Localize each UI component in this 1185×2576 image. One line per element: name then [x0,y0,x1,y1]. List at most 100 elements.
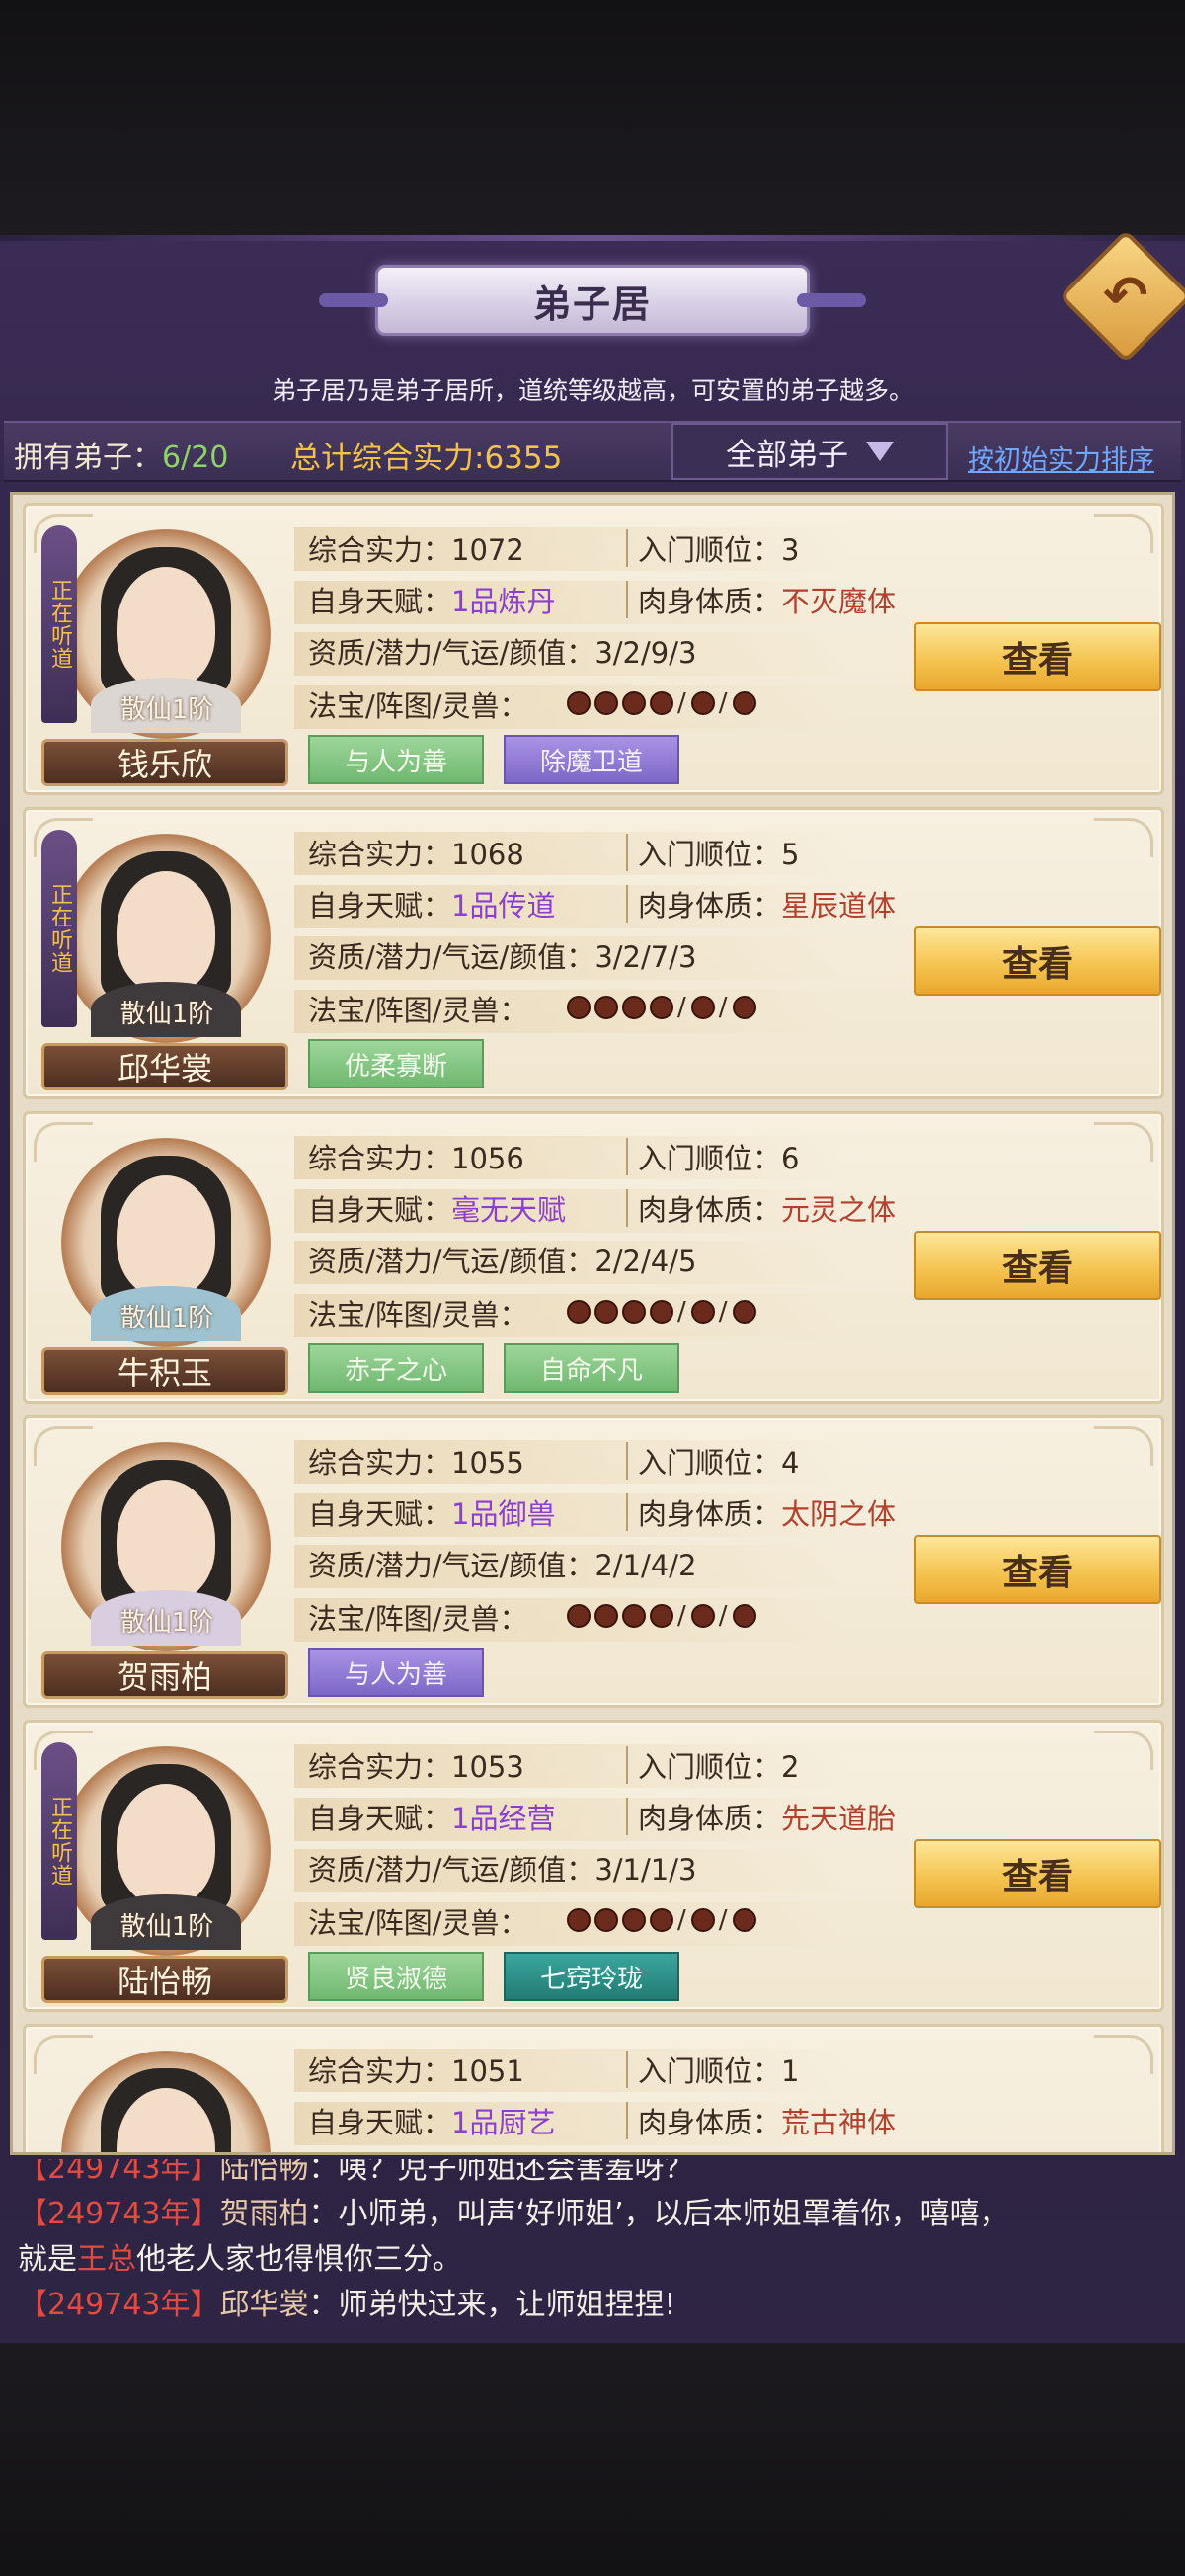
view-button[interactable]: 查看 [914,622,1161,691]
sort-link[interactable]: 按初始实力排序 [968,439,1154,477]
avatar-face [117,1784,215,1906]
owned-value: 6/20 [162,441,229,475]
divider [626,2051,628,2088]
avatar-face [117,1480,215,1602]
slash: / [677,1296,687,1327]
return-arrow-icon: ↶ [1103,265,1148,327]
gear-slots: / / [567,1904,760,1935]
avatar-face [117,567,215,689]
gear-field: 法宝/阵图/灵兽： [308,689,528,723]
trait-tag[interactable]: 优柔寡断 [308,1039,484,1088]
divider [626,885,628,923]
disciple-card[interactable]: 散仙1阶 牛积玉 综合实力：1056 入门顺位：6 自身天赋：毫无天赋 肉身体质：元灵之体… [23,1111,1164,1404]
trait-tag[interactable]: 与人为善 [308,1648,484,1697]
trait-tag[interactable]: 除魔卫道 [504,735,679,784]
dark-red-orb-icon [732,690,756,715]
top-letterbox [0,0,1185,235]
dark-red-orb-icon [650,1299,673,1324]
total-value: 6355 [484,441,563,476]
dark-red-orb-icon [690,1603,715,1628]
gear-field: 法宝/阵图/灵兽： [308,1602,528,1636]
disciple-card[interactable]: 综合实力：1051 入门顺位：1 自身天赋：1品厨艺 肉身体质：荒古神体 [23,2024,1164,2155]
view-label: 查看 [1001,1553,1073,1593]
dark-red-orb-icon [594,1299,618,1324]
page-title: 弟子居 [532,282,652,326]
slash: / [677,992,687,1022]
talent-field: 自身天赋：1品炼丹 [308,585,556,618]
bottom-letterbox [0,2343,1185,2576]
card-ornament [1094,514,1153,553]
dark-red-orb-icon [732,1299,756,1324]
dark-red-orb-icon [567,1603,591,1628]
talent-field: 自身天赋：1品御兽 [308,1497,556,1531]
dark-red-orb-icon [594,690,618,715]
row-bg [294,2153,847,2155]
disciple-card[interactable]: 正在听道 散仙1阶 陆怡畅 综合实力：1053 入门顺位：2 自身天赋：1品经营 肉身体质：… [23,1720,1164,2012]
chat-line: 【249743年】贺雨柏：小师弟，叫声‘好师姐’，以后本师姐罩着你，嘻嘻， [18,2197,1009,2231]
disciple-name-plate: 贺雨柏 [41,1651,288,1699]
disciple-name: 钱乐欣 [117,746,212,783]
view-button[interactable]: 查看 [914,1535,1161,1604]
trait-tag[interactable]: 自命不凡 [504,1343,679,1393]
disciple-name: 牛积玉 [117,1354,212,1392]
gear-slots: / / [567,687,760,718]
slash: / [718,1600,729,1631]
slash: / [677,1904,687,1935]
dark-red-orb-icon [567,1907,591,1932]
dark-red-orb-icon [567,690,591,715]
divider [626,2102,628,2139]
physique-field: 肉身体质：先天道胎 [638,1802,897,1835]
dark-red-orb-icon [622,995,646,1019]
power-field: 综合实力：1072 [308,533,524,567]
order-field: 入门顺位：1 [638,2054,800,2088]
divider [626,1798,628,1835]
talent-field: 自身天赋：1品传道 [308,889,556,923]
card-ornament [34,2035,93,2074]
slash: / [718,992,729,1022]
disciple-card[interactable]: 正在听道 散仙1阶 钱乐欣 综合实力：1072 入门顺位：3 自身天赋：1品炼丹 肉身体质：… [23,503,1164,795]
gear-field: 法宝/阵图/灵兽： [308,994,528,1027]
view-button[interactable]: 查看 [914,926,1161,996]
avatar-face [117,1175,215,1298]
talent-field: 自身天赋：毫无天赋 [308,1193,567,1227]
physique-field: 肉身体质：元灵之体 [638,1193,897,1227]
cultivation-rank: 散仙1阶 [119,1304,214,1333]
card-ornament [1094,1731,1153,1770]
physique-field: 肉身体质：不灭魔体 [638,585,897,618]
slash: / [677,1600,687,1631]
gear-slots: / / [567,992,760,1022]
card-ornament [1094,818,1153,857]
view-button[interactable]: 查看 [914,1231,1161,1300]
trait-tag[interactable]: 赤子之心 [308,1343,484,1393]
disciple-list[interactable]: 正在听道 散仙1阶 钱乐欣 综合实力：1072 入门顺位：3 自身天赋：1品炼丹 肉身体质：… [10,492,1175,2155]
owned-count: 拥有弟子：6/20 [14,433,228,476]
owned-label: 拥有弟子： [14,441,162,475]
dark-red-orb-icon [690,995,715,1019]
divider [626,1189,628,1227]
disciple-card[interactable]: 散仙1阶 贺雨柏 综合实力：1055 入门顺位：4 自身天赋：1品御兽 肉身体质：太阴之体… [23,1415,1164,1708]
card-ornament [1094,1426,1153,1466]
trait-tag[interactable]: 七窍玲珑 [504,1952,679,2001]
cultivation-rank: 散仙1阶 [119,1912,214,1942]
dark-red-orb-icon [690,1299,715,1324]
trait-tag[interactable]: 与人为善 [308,735,484,784]
stats-field: 资质/潜力/气运/颜值：3/2/9/3 [308,636,697,670]
card-ornament [1094,2035,1153,2074]
disciple-card[interactable]: 正在听道 散仙1阶 邱华裳 综合实力：1068 入门顺位：5 自身天赋：1品传道 肉身体质：… [23,807,1164,1099]
listening-badge: 正在听道 [41,1742,77,1940]
dark-red-orb-icon [622,1603,646,1628]
stats-field: 资质/潜力/气运/颜值：3/1/1/3 [308,1853,697,1887]
disciple-name: 陆怡畅 [117,1963,212,2000]
view-label: 查看 [1001,640,1073,681]
view-button[interactable]: 查看 [914,1839,1161,1908]
trait-tag[interactable]: 贤良淑德 [308,1952,484,2001]
gear-field: 法宝/阵图/灵兽： [308,1298,528,1331]
gear-slots: / / [567,1296,760,1327]
dark-red-orb-icon [650,995,673,1019]
dark-red-orb-icon [690,1907,715,1932]
chat-line: 【249743年】陆怡畅：咦？児子师姐还会害羞呀？ [18,2159,694,2186]
avatar-face [117,871,215,994]
disciple-filter-dropdown[interactable]: 全部弟子 [672,423,948,480]
order-field: 入门顺位：2 [638,1750,800,1784]
stats-field: 资质/潜力/气运/颜值：2/1/4/2 [308,1549,697,1582]
